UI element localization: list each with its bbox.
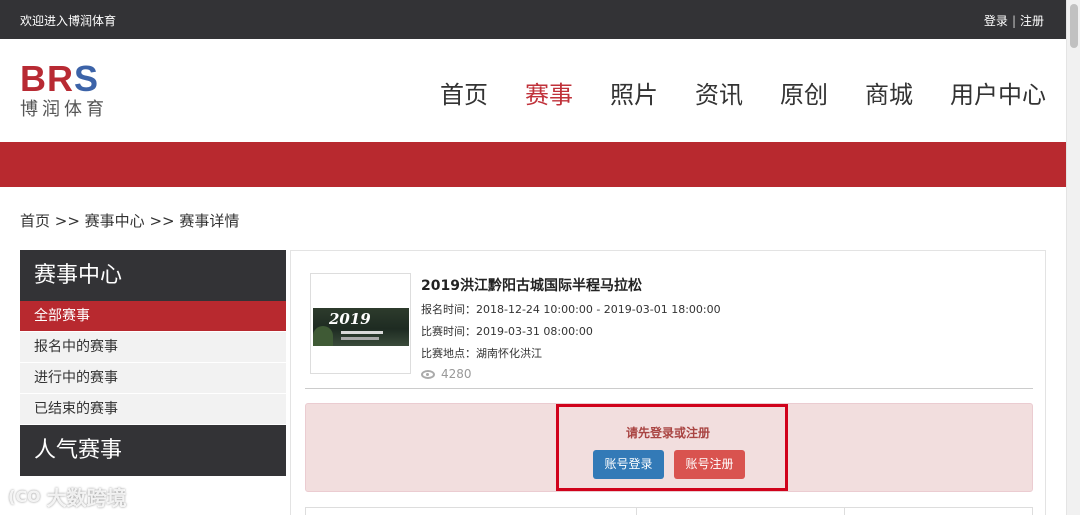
sidebar-item-finished[interactable]: 已结束的赛事 [20, 394, 286, 425]
watermark-logo-icon: (CO [8, 487, 41, 506]
poster-caption-line [341, 331, 383, 334]
sidebar-item-all-events[interactable]: 全部赛事 [20, 301, 286, 332]
event-detail-panel: 2019 2019洪江黔阳古城国际半程马拉松 报名时间：2018-12-24 1… [290, 250, 1046, 515]
nav-home[interactable]: 首页 [440, 75, 488, 110]
auth-separator: | [1011, 14, 1016, 28]
site-logo[interactable]: BRS 博润体育 [20, 61, 135, 121]
poster-year: 2019 [329, 310, 371, 328]
event-poster-image: 2019 [313, 308, 409, 346]
event-race-time: 比赛时间：2019-03-31 08:00:00 [421, 325, 593, 338]
details-table-top [305, 507, 1033, 515]
nav-shop[interactable]: 商城 [865, 75, 913, 110]
event-thumbnail[interactable]: 2019 [310, 273, 411, 374]
auth-links: 登录 | 注册 [982, 12, 1046, 29]
event-title[interactable]: 2019洪江黔阳古城国际半程马拉松 [421, 275, 721, 295]
event-signup-time: 报名时间：2018-12-24 10:00:00 - 2019-03-01 18… [421, 303, 721, 316]
nav-user-center[interactable]: 用户中心 [950, 75, 1046, 110]
nav-events[interactable]: 赛事 [525, 75, 573, 110]
sidebar-item-ongoing[interactable]: 进行中的赛事 [20, 363, 286, 394]
eye-icon [421, 369, 435, 379]
main-nav: 首页 赛事 照片 资讯 原创 商城 用户中心 [403, 75, 1046, 110]
sidebar-popular-title: 人气赛事 [20, 425, 286, 476]
alert-message: 请先登录或注册 [625, 426, 710, 440]
login-link[interactable]: 登录 [984, 14, 1008, 28]
table-column-divider [636, 508, 637, 515]
sidebar-title: 赛事中心 [20, 250, 286, 301]
logo-letter-s: S [74, 58, 100, 99]
event-location: 比赛地点：湖南怀化洪江 [421, 347, 542, 360]
sidebar-item-registering[interactable]: 报名中的赛事 [20, 332, 286, 363]
logo-letters: BRS [20, 61, 135, 97]
red-banner [0, 142, 1066, 187]
event-views: 4280 [421, 367, 721, 381]
sidebar: 赛事中心 全部赛事 报名中的赛事 进行中的赛事 已结束的赛事 人气赛事 [20, 250, 286, 476]
event-info: 2019洪江黔阳古城国际半程马拉松 报名时间：2018-12-24 10:00:… [421, 275, 721, 381]
logo-letters-br: BR [20, 58, 74, 99]
top-bar: 欢迎进入博润体育 登录 | 注册 [0, 0, 1066, 39]
site-header: BRS 博润体育 首页 赛事 照片 资讯 原创 商城 用户中心 [0, 39, 1066, 142]
scrollbar-thumb[interactable] [1070, 4, 1078, 48]
watermark: (CO 大数跨境 [8, 482, 127, 511]
welcome-text: 欢迎进入博润体育 [20, 14, 117, 28]
nav-photos[interactable]: 照片 [610, 75, 658, 110]
nav-news[interactable]: 资讯 [695, 75, 743, 110]
poster-tree-shape [313, 326, 333, 346]
table-column-divider [844, 508, 845, 515]
account-login-button[interactable]: 账号登录 [593, 450, 664, 479]
logo-subtitle: 博润体育 [20, 99, 108, 120]
page-scrollbar[interactable] [1066, 0, 1080, 515]
watermark-text: 大数跨境 [46, 486, 127, 510]
section-divider [305, 388, 1033, 389]
highlight-annotation-box [556, 404, 788, 491]
register-link[interactable]: 注册 [1020, 14, 1044, 28]
breadcrumb: 首页 >> 赛事中心 >> 赛事详情 [20, 212, 240, 230]
account-register-button[interactable]: 账号注册 [674, 450, 745, 479]
poster-caption-line [341, 337, 379, 340]
event-view-count: 4280 [441, 367, 472, 381]
nav-original[interactable]: 原创 [780, 75, 828, 110]
